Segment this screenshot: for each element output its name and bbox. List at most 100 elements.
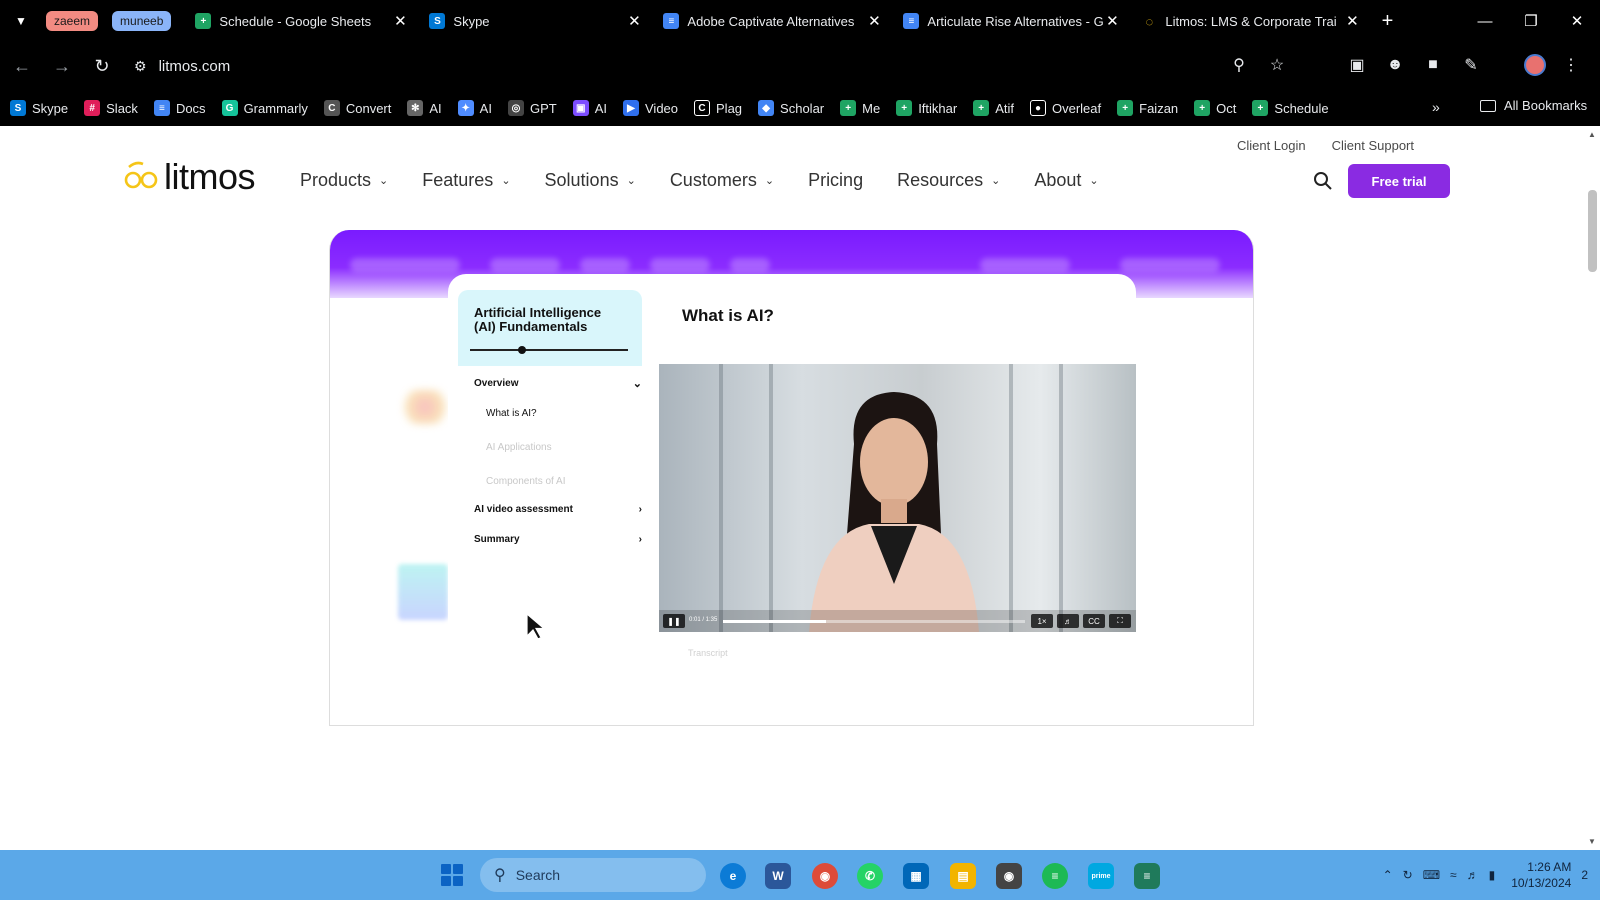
bookmark-ai[interactable]: ✻ AI — [407, 100, 442, 116]
tab-articulate-rise[interactable]: ≡ Articulate Rise Alternatives - G ✕ — [893, 5, 1131, 37]
notepad-icon[interactable]: ≡ — [1134, 863, 1160, 889]
scroll-up-icon[interactable]: ▲ — [1588, 130, 1596, 139]
bookmark-ai[interactable]: ✦ AI — [457, 100, 492, 116]
section-overview[interactable]: Overview ⌄ — [474, 374, 642, 392]
bookmark-star-icon[interactable]: ☆ — [1264, 50, 1290, 80]
file-explorer-icon[interactable]: ▤ — [950, 863, 976, 889]
tab-schedule-sheets[interactable]: + Schedule - Google Sheets ✕ — [185, 5, 419, 37]
back-arrow-icon[interactable]: ← — [4, 48, 40, 84]
extensions-puzzle-icon[interactable]: ✎ — [1458, 50, 1484, 80]
close-window-icon[interactable]: ✕ — [1554, 0, 1600, 42]
spotify-icon[interactable]: ≡ — [1042, 863, 1068, 889]
new-tab-button[interactable]: + — [1371, 10, 1403, 33]
bookmark-ai[interactable]: ▣ AI — [572, 100, 607, 116]
more-bookmarks-icon[interactable]: » — [1432, 99, 1440, 115]
close-tab-icon[interactable]: ✕ — [1103, 12, 1121, 30]
site-settings-icon[interactable]: ⚙ — [134, 58, 147, 75]
clock[interactable]: 1:26 AM 10/13/2024 — [1511, 859, 1571, 891]
close-tab-icon[interactable]: ✕ — [1343, 12, 1361, 30]
more-menu-icon[interactable]: ⋮ — [1558, 50, 1584, 80]
search-icon[interactable] — [1312, 170, 1334, 192]
restore-icon[interactable]: ❐ — [1508, 0, 1554, 42]
nav-products[interactable]: Products ⌄ — [300, 170, 388, 191]
profile-avatar[interactable] — [1524, 54, 1546, 76]
bookmark-overleaf[interactable]: ● Overleaf — [1030, 100, 1101, 116]
volume-icon[interactable]: ♬ — [1057, 614, 1079, 628]
lesson-what-is-ai[interactable]: What is AI? — [474, 396, 642, 430]
video-player[interactable]: ❚❚ 0:01 / 1:35 1× ♬ CC ⛶ — [659, 364, 1136, 632]
nav-resources[interactable]: Resources ⌄ — [897, 170, 1000, 191]
bookmark-grammarly[interactable]: G Grammarly — [221, 100, 308, 116]
bookmark-oct[interactable]: + Oct — [1194, 100, 1236, 116]
client-support-link[interactable]: Client Support — [1332, 138, 1414, 153]
bookmark-scholar[interactable]: ◆ Scholar — [758, 100, 824, 116]
section-summary[interactable]: Summary › — [474, 530, 642, 548]
close-tab-icon[interactable]: ✕ — [865, 12, 883, 30]
captions-icon[interactable]: CC — [1083, 614, 1105, 628]
whatsapp-icon[interactable]: ✆ — [857, 863, 883, 889]
tab-litmos[interactable]: ◌ Litmos: LMS & Corporate Trai ✕ — [1131, 5, 1372, 37]
section-ai-video-assessment[interactable]: AI video assessment › — [474, 500, 642, 518]
extension-robot-icon[interactable]: ■ — [1420, 50, 1446, 80]
taskbar-search[interactable]: ⚲ Search — [480, 858, 706, 892]
lesson-ai-applications[interactable]: AI Applications — [474, 430, 642, 464]
keyboard-icon[interactable]: ⌨ — [1423, 868, 1440, 882]
extension-face-icon[interactable]: ☻ — [1382, 50, 1408, 80]
battery-icon[interactable]: ▮ — [1489, 868, 1496, 882]
store-icon[interactable]: ▦ — [903, 863, 929, 889]
bookmark-atif[interactable]: + Atif — [973, 100, 1014, 116]
bookmark-faizan[interactable]: + Faizan — [1117, 100, 1178, 116]
volume-icon[interactable]: ♬ — [1467, 868, 1479, 882]
nav-solutions[interactable]: Solutions ⌄ — [545, 170, 636, 191]
minimize-icon[interactable]: — — [1462, 0, 1508, 42]
tab-search-chevron-icon[interactable]: ▼ — [0, 0, 42, 42]
tab-group-muneeb[interactable]: muneeb — [112, 11, 172, 31]
scroll-down-icon[interactable]: ▼ — [1588, 837, 1596, 846]
bookmark-slack[interactable]: # Slack — [84, 100, 138, 116]
reload-icon[interactable]: ↻ — [84, 48, 120, 84]
all-bookmarks-button[interactable]: All Bookmarks — [1480, 98, 1587, 113]
tab-group-zaeem[interactable]: zaeem — [46, 11, 99, 31]
notification-badge[interactable]: 2 — [1581, 868, 1588, 882]
url-text[interactable]: litmos.com — [159, 58, 231, 75]
scroll-thumb[interactable] — [1588, 190, 1597, 272]
close-tab-icon[interactable]: ✕ — [391, 12, 409, 30]
bookmark-video[interactable]: ▶ Video — [623, 100, 678, 116]
bookmark-schedule[interactable]: + Schedule — [1252, 100, 1329, 116]
word-icon[interactable]: W — [765, 863, 791, 889]
tab-adobe-captivate[interactable]: ≡ Adobe Captivate Alternatives ✕ — [653, 5, 893, 37]
tab-skype[interactable]: S Skype ✕ — [419, 5, 653, 37]
progress-handle[interactable] — [518, 346, 526, 354]
free-trial-button[interactable]: Free trial — [1348, 164, 1450, 198]
forward-arrow-icon[interactable]: → — [44, 48, 80, 84]
pause-icon[interactable]: ❚❚ — [663, 614, 685, 628]
page-scrollbar[interactable]: ▲ ▼ — [1584, 126, 1600, 850]
prime-video-icon[interactable]: prime — [1088, 863, 1114, 889]
reading-mode-icon[interactable]: ▣ — [1344, 50, 1370, 80]
video-seek-bar[interactable] — [723, 620, 1025, 623]
bookmark-convert[interactable]: C Convert — [323, 100, 391, 116]
bookmark-iftikhar[interactable]: + Iftikhar — [896, 100, 957, 116]
nav-pricing[interactable]: Pricing — [808, 170, 863, 191]
nav-about[interactable]: About ⌄ — [1034, 170, 1098, 191]
bookmark-me[interactable]: + Me — [840, 100, 880, 116]
camera-icon[interactable]: ◉ — [996, 863, 1022, 889]
speed-icon[interactable]: 1× — [1031, 614, 1053, 628]
nav-features[interactable]: Features ⌄ — [422, 170, 510, 191]
address-bar[interactable]: ⚙ litmos.com — [128, 48, 1238, 84]
zoom-icon[interactable]: ⚲ — [1226, 50, 1252, 80]
bookmark-gpt[interactable]: ◎ GPT — [507, 100, 557, 116]
wifi-icon[interactable]: ≈ — [1450, 868, 1457, 882]
nav-customers[interactable]: Customers ⌄ — [670, 170, 774, 191]
bookmark-docs[interactable]: ≡ Docs — [153, 100, 206, 116]
sync-icon[interactable]: ↻ — [1403, 868, 1413, 882]
close-tab-icon[interactable]: ✕ — [625, 12, 643, 30]
transcript-toggle[interactable]: Transcript — [688, 648, 728, 658]
fullscreen-icon[interactable]: ⛶ — [1109, 614, 1131, 628]
bookmark-skype[interactable]: S Skype — [10, 100, 68, 116]
lesson-components-of-ai[interactable]: Components of AI — [474, 464, 642, 498]
windows-start-icon[interactable] — [441, 864, 463, 886]
litmos-logo[interactable]: litmos — [124, 156, 256, 198]
client-login-link[interactable]: Client Login — [1237, 138, 1306, 153]
bookmark-plag[interactable]: C Plag — [694, 100, 742, 116]
